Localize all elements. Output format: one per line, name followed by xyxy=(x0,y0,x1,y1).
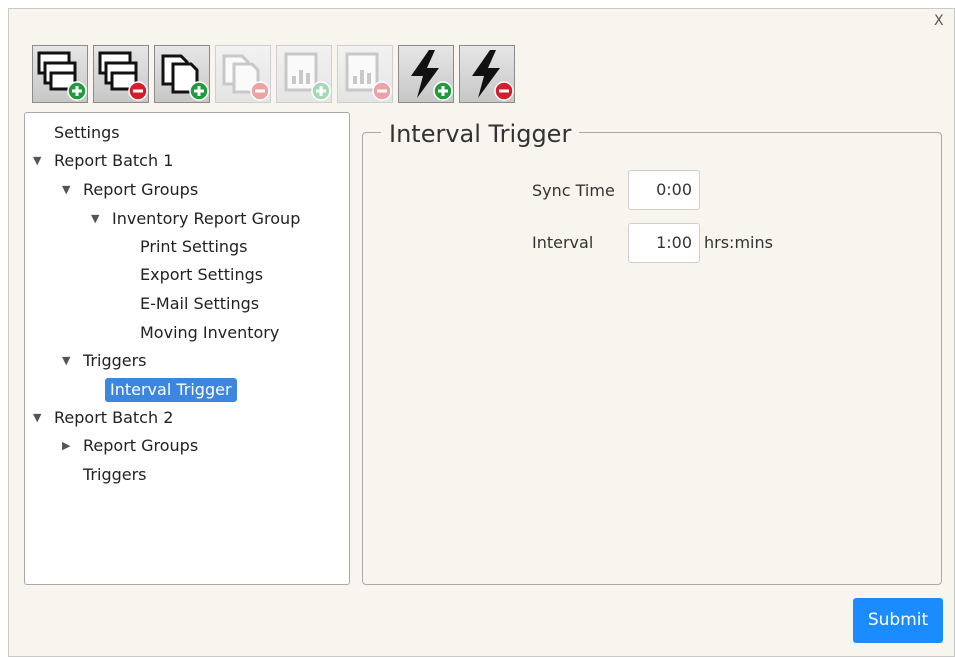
stacked-windows-remove-icon xyxy=(98,51,148,101)
interval-unit-label: hrs:mins xyxy=(704,233,773,252)
tree-item-label: Triggers xyxy=(83,465,147,484)
tree-item-triggers-2[interactable]: Triggers xyxy=(83,463,147,487)
lightning-remove-icon xyxy=(472,50,514,101)
tree-item-label: Inventory Report Group xyxy=(112,209,301,228)
expanded-arrow-icon[interactable]: ▼ xyxy=(33,149,41,173)
tree-item-print-settings[interactable]: Print Settings xyxy=(140,235,248,259)
tree-item-label: Report Batch 2 xyxy=(54,408,174,427)
panel-title: Interval Trigger xyxy=(381,118,580,150)
tree-item-label: Report Groups xyxy=(83,180,199,199)
remove-report-group-button[interactable] xyxy=(215,45,271,103)
tree-item-label: Settings xyxy=(54,123,120,142)
toolbar xyxy=(32,45,520,103)
collapsed-arrow-icon[interactable]: ▶ xyxy=(62,434,70,458)
sync-time-label: Sync Time xyxy=(532,181,615,200)
interval-input[interactable]: 1:00 xyxy=(628,223,700,263)
add-report-button[interactable] xyxy=(276,45,332,103)
remove-report-button[interactable] xyxy=(337,45,393,103)
copy-pages-add-icon xyxy=(161,54,209,101)
expanded-arrow-icon[interactable]: ▼ xyxy=(62,178,70,202)
tree-item-triggers[interactable]: Triggers xyxy=(83,349,147,373)
interval-label: Interval xyxy=(532,233,594,252)
submit-button[interactable]: Submit xyxy=(853,598,943,643)
tree-item-label: Report Batch 1 xyxy=(54,151,174,170)
expanded-arrow-icon[interactable]: ▼ xyxy=(91,207,99,231)
tree-item-label: E-Mail Settings xyxy=(140,294,260,313)
report-chart-remove-icon xyxy=(345,52,392,101)
tree-item-report-batch-1[interactable]: Report Batch 1 xyxy=(54,149,173,173)
copy-pages-remove-icon xyxy=(222,54,270,101)
tree-item-label: Interval Trigger xyxy=(110,380,232,399)
add-report-group-button[interactable] xyxy=(154,45,210,103)
add-report-batch-button[interactable] xyxy=(32,45,88,103)
sync-time-input[interactable]: 0:00 xyxy=(628,170,700,210)
report-chart-add-icon xyxy=(284,52,331,101)
tree-item-report-groups-2[interactable]: Report Groups xyxy=(83,434,198,458)
tree-item-email-settings[interactable]: E-Mail Settings xyxy=(140,292,259,316)
tree-item-inventory-report-group[interactable]: Inventory Report Group xyxy=(112,207,300,231)
remove-trigger-button[interactable] xyxy=(459,45,515,103)
close-button[interactable]: X xyxy=(934,13,944,29)
tree-item-settings[interactable]: Settings xyxy=(54,121,120,145)
tree-item-label: Triggers xyxy=(83,351,147,370)
add-trigger-button[interactable] xyxy=(398,45,454,103)
tree-item-export-settings[interactable]: Export Settings xyxy=(140,263,263,287)
expanded-arrow-icon[interactable]: ▼ xyxy=(33,406,41,430)
tree-item-moving-inventory[interactable]: Moving Inventory xyxy=(140,321,279,345)
expanded-arrow-icon[interactable]: ▼ xyxy=(62,349,70,373)
tree-item-report-groups[interactable]: Report Groups xyxy=(83,178,198,202)
tree-item-label: Moving Inventory xyxy=(140,323,280,342)
lightning-add-icon xyxy=(411,50,453,101)
tree-item-report-batch-2[interactable]: Report Batch 2 xyxy=(54,406,173,430)
stacked-windows-add-icon xyxy=(37,51,87,101)
tree-item-label: Report Groups xyxy=(83,436,199,455)
tree-item-label: Print Settings xyxy=(140,237,248,256)
tree-item-label: Export Settings xyxy=(140,265,264,284)
tree-item-interval-trigger[interactable]: Interval Trigger xyxy=(105,378,237,402)
remove-report-batch-button[interactable] xyxy=(93,45,149,103)
